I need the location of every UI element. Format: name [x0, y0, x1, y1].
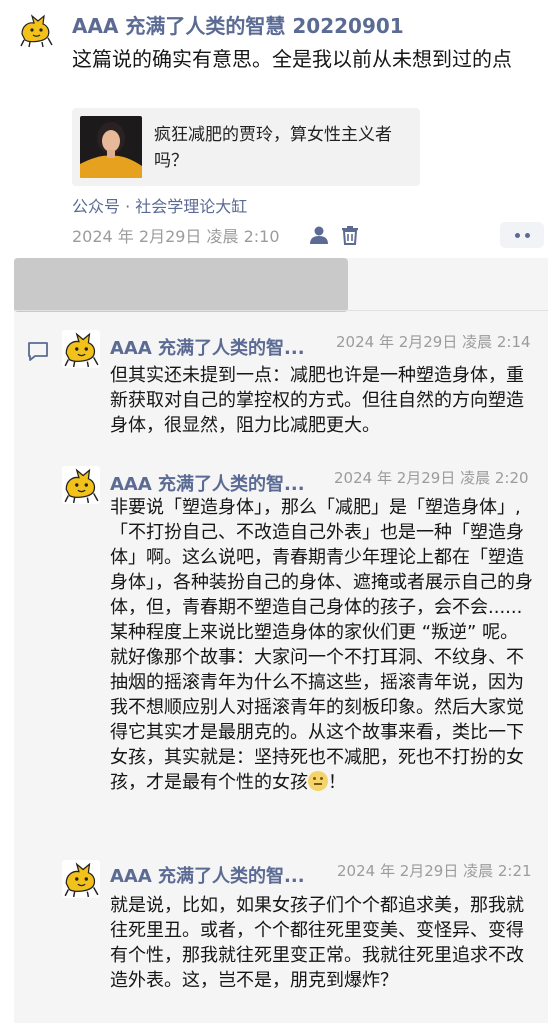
- person-icon[interactable]: [308, 224, 330, 246]
- more-dots-icon[interactable]: [500, 222, 544, 248]
- yellow-cat-icon: [64, 862, 99, 898]
- comment-author-avatar[interactable]: [62, 330, 100, 368]
- comment-text-body: 非要说「塑造身体」，那么「减肥」是「塑造身体」,「不打扮自己、不改造自己外表」也…: [110, 497, 533, 793]
- yellow-cat-icon: [64, 332, 99, 368]
- comment-timestamp: 2024 年 2月29日 凌晨 2:21: [337, 862, 532, 880]
- comment-timestamp: 2024 年 2月29日 凌晨 2:20: [334, 469, 529, 487]
- trash-icon[interactable]: [339, 224, 361, 246]
- shared-article-card[interactable]: 疯狂减肥的贾玲，算女性主义者吗？: [72, 108, 420, 186]
- comment-text: 就是说，比如，如果女孩子们个个都追求美，那我就往死里丑。或者，个个都往死里变美、…: [110, 895, 524, 991]
- comment-author-avatar[interactable]: [62, 860, 100, 898]
- comment-author-name[interactable]: AAA 充满了人类的智...: [110, 470, 305, 496]
- divider: [14, 310, 548, 311]
- post-text: 这篇说的确实有意思。全是我以前从未想到过的点: [72, 47, 512, 71]
- comment-author-avatar[interactable]: [62, 466, 100, 504]
- post-author-avatar[interactable]: [18, 12, 54, 48]
- yellow-cat-icon: [64, 468, 99, 504]
- comment-timestamp: 2024 年 2月29日 凌晨 2:14: [336, 333, 531, 351]
- post-author-name[interactable]: AAA 充满了人类的智慧 20220901: [72, 10, 404, 39]
- comment-text-end: ！: [328, 772, 346, 793]
- comment-author-name[interactable]: AAA 充满了人类的智...: [110, 334, 305, 360]
- redacted-likes-row: [14, 258, 348, 312]
- comment-icon[interactable]: [26, 339, 50, 363]
- comment-text: 但其实还未提到一点：减肥也许是一种塑造身体，重新获取对自己的掌控权的方式。但往自…: [110, 365, 524, 436]
- yellow-cat-icon: [20, 14, 53, 48]
- neutral-face-emoji-icon: [308, 771, 328, 791]
- article-thumbnail: [80, 116, 142, 178]
- comment-author-name[interactable]: AAA 充满了人类的智...: [110, 862, 305, 888]
- shared-article-title: 疯狂减肥的贾玲，算女性主义者吗？: [154, 125, 392, 171]
- post-timestamp: 2024 年 2月29日 凌晨 2:10: [72, 227, 280, 246]
- article-source[interactable]: 公众号 · 社会学理论大缸: [72, 193, 247, 217]
- comment-text: 非要说「塑造身体」，那么「减肥」是「塑造身体」,「不打扮自己、不改造自己外表」也…: [110, 495, 536, 795]
